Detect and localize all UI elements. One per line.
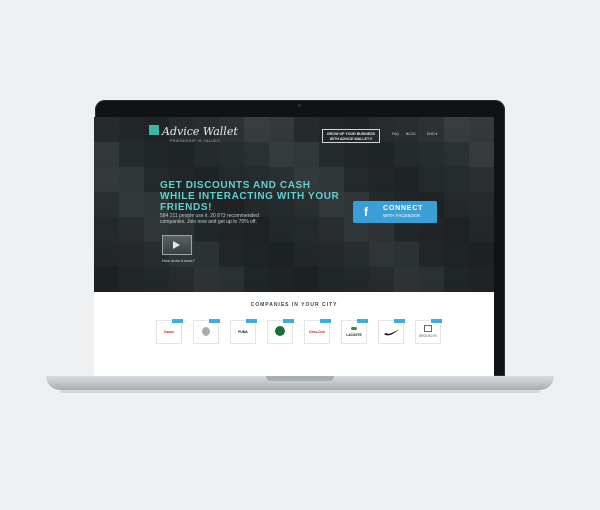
laptop-screen: Advice Wallet FRIENDSHIP IS VALUED GROW … [94, 117, 494, 376]
company-logo-puma[interactable]: PUMA [230, 319, 257, 344]
company-logo-brooklyn[interactable]: BROOKLYN [415, 319, 442, 344]
discount-badge [209, 319, 220, 323]
logo-text[interactable]: Advice Wallet [162, 125, 238, 138]
nav-blog[interactable]: BLOG [406, 132, 416, 136]
company-logo-lacoste[interactable]: LACOSTE [341, 319, 368, 344]
connect-title: CONNECT [383, 205, 424, 212]
laptop-notch [266, 376, 334, 381]
companies-section: COMPANIES IN YOUR CITY Canon PUMA Coca-C… [94, 292, 494, 376]
company-logo-canon[interactable]: Canon [156, 319, 183, 344]
discount-badge [283, 319, 294, 323]
company-logo-starbucks[interactable] [267, 319, 294, 344]
discount-badge [431, 319, 442, 323]
discount-badge [357, 319, 368, 323]
company-logo-nike[interactable] [378, 319, 405, 344]
hero-subtext: 584 211 people use it. 20 873 recommende… [160, 213, 259, 225]
facebook-icon: f [364, 205, 368, 219]
hero-section: Advice Wallet FRIENDSHIP IS VALUED GROW … [94, 117, 494, 292]
starbucks-icon [275, 326, 285, 336]
camera-dot [298, 104, 301, 107]
logo-icon [149, 125, 159, 135]
discount-badge [246, 319, 257, 323]
nav-faq[interactable]: FAQ [392, 132, 399, 136]
language-select[interactable]: ENG ▾ [427, 132, 437, 136]
top-nav: FAQ BLOG [392, 132, 422, 136]
hero-headline: GET DISCOUNTS AND CASH WHILE INTERACTING… [160, 180, 340, 213]
swoosh-icon [384, 329, 399, 336]
play-icon [173, 241, 180, 249]
discount-badge [320, 319, 331, 323]
how-it-works-video[interactable] [162, 235, 192, 255]
video-label[interactable]: How does it work? [162, 258, 195, 263]
connect-subtitle: WITH FACEBOOK [383, 213, 421, 218]
brand-name: PUMA [238, 330, 248, 334]
brand-name: LACOSTE [346, 333, 362, 337]
laptop-shadow [60, 390, 540, 393]
apple-icon [202, 327, 210, 336]
brooklyn-emblem-icon [424, 325, 432, 332]
brand-name: Coca-Cola [309, 330, 325, 334]
discount-badge [172, 319, 183, 323]
brand-name: Canon [164, 330, 174, 334]
connect-facebook-button[interactable]: f CONNECT WITH FACEBOOK [353, 201, 437, 223]
company-logo-cocacola[interactable]: Coca-Cola [304, 319, 331, 344]
company-logo-apple[interactable] [193, 319, 220, 344]
crocodile-icon [351, 327, 357, 330]
logo-tagline: FRIENDSHIP IS VALUED [170, 139, 221, 143]
brand-name: BROOKLYN [419, 334, 437, 338]
companies-title: COMPANIES IN YOUR CITY [250, 302, 338, 308]
grow-business-button[interactable]: GROW UP YOUR BUSINESS WITH ADVICE WALLET… [322, 129, 380, 143]
